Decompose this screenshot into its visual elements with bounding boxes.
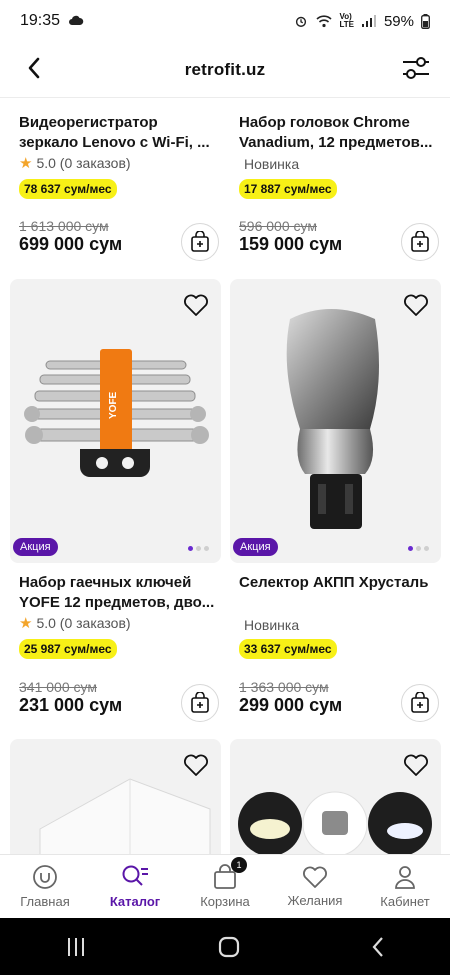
nav-cart[interactable]: 1 Корзина xyxy=(180,855,270,918)
installment-badge: 78 637 сум/мес xyxy=(19,179,117,199)
status-time: 19:35 xyxy=(20,12,61,29)
nav-label: Главная xyxy=(20,894,70,909)
image-pager-dots xyxy=(188,546,209,551)
new-badge: Новинка xyxy=(244,617,300,633)
brand-label: YOFE xyxy=(108,391,119,419)
product-card[interactable]: Видеорегистратор зеркало Lenovo с Wi-Fi,… xyxy=(10,99,221,269)
catalog-search-icon xyxy=(122,865,148,886)
favorite-heart-icon[interactable] xyxy=(183,293,209,317)
nav-label: Корзина xyxy=(200,894,250,909)
cart-count-badge: 1 xyxy=(231,857,247,873)
weather-cloud-icon xyxy=(69,15,84,25)
product-title: Набор головок Chrome Vanadium, 12 предме… xyxy=(239,114,433,151)
volte-icon: Vo) LTE xyxy=(339,12,354,29)
star-icon: ★ xyxy=(19,155,33,172)
product-rating: ★ 5.0 (0 заказов) xyxy=(19,614,131,632)
favorite-heart-icon[interactable] xyxy=(183,753,209,777)
nav-label: Кабинет xyxy=(380,894,430,909)
user-icon xyxy=(395,866,415,889)
wifi-icon xyxy=(316,15,333,28)
nav-account[interactable]: Кабинет xyxy=(360,855,450,918)
product-image[interactable] xyxy=(10,739,221,854)
add-to-cart-button[interactable] xyxy=(181,684,219,722)
product-title: Селектор АКПП Хрусталь xyxy=(239,574,429,591)
product-card[interactable]: Акция Селектор АКПП Хрусталь Новинка 33 … xyxy=(230,279,441,729)
price: 231 000 сум xyxy=(19,695,123,715)
add-to-cart-button[interactable] xyxy=(401,684,439,722)
chevron-left-icon xyxy=(28,57,40,79)
old-price: 596 000 сум xyxy=(239,218,317,234)
heart-icon xyxy=(303,866,327,888)
image-pager-dots xyxy=(408,546,429,551)
page-title: retrofit.uz xyxy=(184,59,266,79)
gear-selector-image xyxy=(286,309,379,529)
product-grid: Видеорегистратор зеркало Lenovo с Wi-Fi,… xyxy=(0,99,450,854)
installment-badge: 25 987 сум/мес xyxy=(19,639,117,659)
price: 299 000 сум xyxy=(239,695,343,715)
add-to-cart-button[interactable] xyxy=(401,223,439,261)
installment-badge: 17 887 сум/мес xyxy=(239,179,337,199)
old-price: 1 363 000 сум xyxy=(239,679,329,695)
promo-badge: Акция xyxy=(233,538,278,556)
system-back-icon[interactable] xyxy=(370,935,386,959)
product-card[interactable] xyxy=(10,739,221,854)
favorite-heart-icon[interactable] xyxy=(403,753,429,777)
old-price: 341 000 сум xyxy=(19,679,97,695)
nav-wishlist[interactable]: Желания xyxy=(270,855,360,918)
wrench-set-image: YOFE xyxy=(24,349,209,477)
add-to-cart-button[interactable] xyxy=(181,223,219,261)
nav-home[interactable]: Главная xyxy=(0,855,90,918)
rating-text: 5.0 (0 заказов) xyxy=(36,155,131,171)
bag-plus-icon xyxy=(191,692,209,713)
product-image[interactable]: YOFE Акция xyxy=(10,279,221,563)
app-header: retrofit.uz xyxy=(0,42,450,98)
favorite-heart-icon[interactable] xyxy=(403,293,429,317)
battery-level: 59% xyxy=(383,12,414,30)
product-title: Набор гаечных ключей YOFE 12 предметов, … xyxy=(19,574,215,611)
old-price: 1 613 000 сум xyxy=(19,218,109,234)
star-icon: ★ xyxy=(19,615,33,632)
recent-apps-icon[interactable] xyxy=(64,936,88,958)
product-card[interactable]: YOFE Акция Набор гаечных ключей YOFE 12 … xyxy=(10,279,221,729)
product-rating: ★ 5.0 (0 заказов) xyxy=(19,154,131,172)
product-image[interactable]: Акция xyxy=(230,279,441,563)
home-icon xyxy=(33,865,57,889)
price: 159 000 сум xyxy=(239,234,343,254)
bag-plus-icon xyxy=(411,231,429,252)
nav-label: Каталог xyxy=(109,894,161,909)
home-button-icon[interactable] xyxy=(217,935,241,959)
price: 699 000 сум xyxy=(19,234,123,254)
nav-catalog[interactable]: Каталог xyxy=(90,855,180,918)
bag-plus-icon xyxy=(191,231,209,252)
filter-sliders-icon xyxy=(403,57,429,79)
product-title: Видеорегистратор зеркало Lenovo с Wi-Fi,… xyxy=(19,114,210,151)
rating-text: 5.0 (0 заказов) xyxy=(36,615,131,631)
product-card[interactable]: Набор головок Chrome Vanadium, 12 предме… xyxy=(230,99,441,269)
product-image[interactable] xyxy=(230,739,441,854)
system-navigation-bar xyxy=(0,918,450,975)
battery-icon xyxy=(421,13,430,29)
promo-badge: Акция xyxy=(13,538,58,556)
new-badge: Новинка xyxy=(244,156,300,172)
status-bar: 19:35 Vo) LTE 59% xyxy=(0,0,450,42)
alarm-icon xyxy=(296,16,307,27)
nav-label: Желания xyxy=(287,893,343,908)
back-button[interactable] xyxy=(20,54,48,82)
product-card[interactable] xyxy=(230,739,441,854)
bag-plus-icon xyxy=(411,692,429,713)
signal-icon xyxy=(361,15,376,27)
bottom-navigation: Главная Каталог 1 Корзина Желания Кабине… xyxy=(0,854,450,918)
installment-badge: 33 637 сум/мес xyxy=(239,639,337,659)
filter-button[interactable] xyxy=(400,52,432,84)
